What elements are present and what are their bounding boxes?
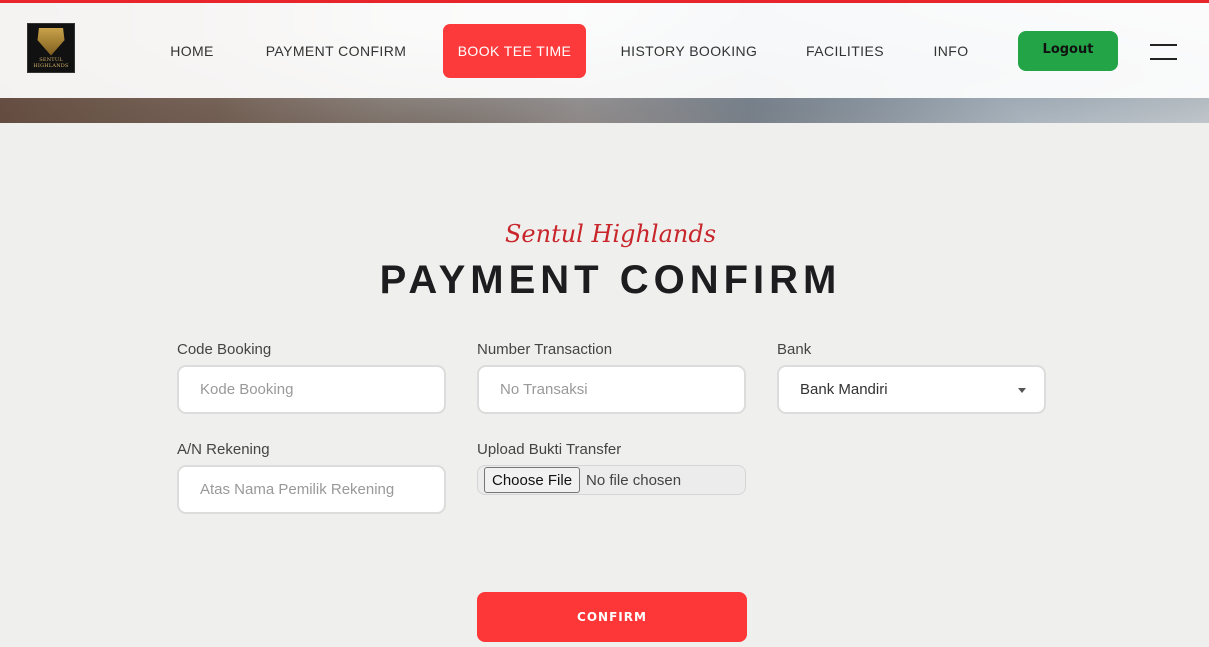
page-subtitle: Sentul Highlands [504, 220, 717, 248]
nav-history-booking[interactable]: HISTORY BOOKING [613, 24, 765, 78]
nav-facilities[interactable]: FACILITIES [799, 24, 891, 78]
top-accent-bar [0, 0, 1209, 3]
account-name-label: A/N Rekening [177, 441, 270, 458]
nav-payment-confirm[interactable]: PAYMENT CONFIRM [257, 24, 415, 78]
nav-home[interactable]: HOME [158, 24, 226, 78]
confirm-button[interactable]: CONFIRM [477, 592, 747, 642]
page-title: PAYMENT CONFIRM [379, 258, 842, 302]
logo-text: SENTUL HIGHLANDS [33, 56, 69, 69]
code-booking-field [177, 365, 446, 414]
payment-confirm-section: Sentul Highlands PAYMENT CONFIRM Code Bo… [0, 123, 1209, 647]
account-name-field [177, 465, 446, 514]
bank-label: Bank [777, 341, 812, 358]
nav-info[interactable]: INFO [925, 24, 977, 78]
number-transaction-input[interactable] [500, 381, 744, 398]
number-transaction-label: Number Transaction [477, 341, 613, 358]
account-name-input[interactable] [200, 481, 444, 498]
code-booking-label: Code Booking [177, 341, 272, 358]
logo[interactable]: SENTUL HIGHLANDS [27, 23, 75, 73]
logout-button[interactable]: Logout [1018, 31, 1118, 71]
hamburger-menu-icon[interactable] [1150, 41, 1177, 61]
navbar: SENTUL HIGHLANDS HOME PAYMENT CONFIRM BO… [0, 3, 1209, 98]
bank-selected-value: Bank Mandiri [800, 381, 888, 398]
chevron-down-icon [1018, 388, 1026, 393]
upload-file-input[interactable]: Choose File No file chosen [477, 465, 746, 495]
upload-label: Upload Bukti Transfer [477, 441, 622, 458]
menu-line [1150, 44, 1177, 46]
code-booking-input[interactable] [200, 381, 444, 398]
nav-book-tee-time[interactable]: BOOK TEE TIME [443, 24, 586, 78]
bank-select[interactable]: Bank Mandiri [777, 365, 1046, 414]
number-transaction-field [477, 365, 746, 414]
crest-icon [37, 27, 65, 56]
file-status-text: No file chosen [586, 471, 682, 489]
choose-file-button[interactable]: Choose File [484, 467, 581, 493]
menu-line [1150, 58, 1177, 60]
